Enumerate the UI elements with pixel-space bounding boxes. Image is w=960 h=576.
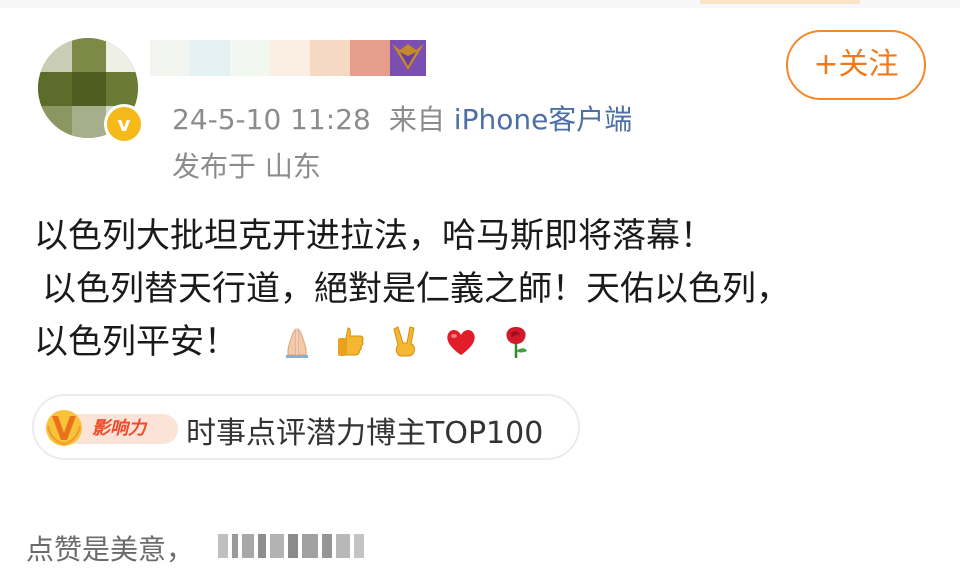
post-line: 以色列大批坦克开进拉法，哈马斯即将落幕！	[34, 216, 714, 256]
mosaic-bar	[258, 534, 266, 558]
mosaic-bar	[242, 534, 254, 558]
folded-hands-emoji-icon	[280, 325, 314, 359]
avatar-pixel	[38, 106, 72, 138]
source-app-link[interactable]: iPhone客户端	[454, 103, 633, 136]
influence-tag[interactable]: 影响力 时事点评潜力博主TOP100	[32, 394, 580, 460]
footer-text: 点赞是美意，	[26, 533, 195, 566]
mosaic-bar	[288, 534, 298, 558]
mosaic-bar	[270, 534, 284, 558]
mosaic-bar	[218, 534, 228, 558]
avatar-pixel	[106, 38, 138, 72]
source-prefix: 来自	[388, 103, 445, 136]
victory-hand-emoji-icon	[389, 325, 423, 359]
mosaic-block	[190, 40, 230, 76]
mosaic-block	[230, 40, 270, 76]
post-location: 发布于 山东	[172, 150, 321, 183]
mosaic-block	[350, 40, 390, 76]
red-heart-emoji-icon	[444, 325, 478, 359]
avatar-pixel	[38, 38, 72, 72]
follow-button[interactable]: +关注	[786, 30, 926, 100]
footer-redacted	[218, 530, 378, 560]
mosaic-bar	[354, 534, 364, 558]
mosaic-block	[150, 40, 190, 76]
influence-badge: 影响力	[40, 406, 180, 448]
verified-badge-icon: v	[104, 104, 144, 144]
mosaic-bar	[336, 534, 350, 558]
post-line: 以色列替天行道，絕對是仁義之師！天佑以色列，	[42, 269, 790, 309]
thumbs-up-emoji-icon	[334, 325, 368, 359]
influence-tag-text: 时事点评潜力博主TOP100	[186, 416, 544, 451]
post-meta: 24-5-10 11:28 来自 iPhone客户端	[172, 98, 632, 138]
post-body: 以色列大批坦克开进拉法，哈马斯即将落幕！ 以色列替天行道，絕對是仁義之師！天佑以…	[34, 210, 934, 369]
avatar-pixel	[38, 72, 72, 106]
post-line-with-emoji: 以色列平安！	[34, 316, 934, 369]
rose-emoji-icon	[499, 325, 533, 359]
mosaic-bar	[302, 534, 318, 558]
mosaic-block	[310, 40, 350, 76]
member-crest-icon	[388, 40, 428, 76]
post-timestamp: 24-5-10 11:28	[172, 103, 371, 136]
mosaic-block	[270, 40, 310, 76]
avatar-pixel	[106, 72, 138, 106]
avatar-pixel	[72, 38, 106, 72]
mosaic-bar	[322, 534, 332, 558]
mosaic-bar	[232, 534, 238, 558]
avatar-pixel	[72, 106, 106, 138]
v-laurel-icon	[46, 410, 82, 446]
post-line: 以色列平安！	[34, 322, 238, 362]
top-strip-accent	[700, 0, 860, 4]
avatar-pixel	[72, 72, 106, 106]
top-strip	[0, 0, 960, 8]
